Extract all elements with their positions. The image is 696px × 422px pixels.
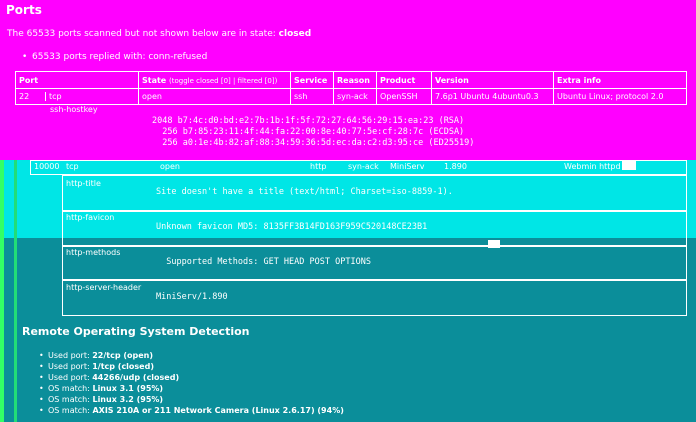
state-cell: open [138,88,291,105]
reason-cell: syn-ack [348,162,379,171]
product-cell: MiniServ [390,162,425,171]
table-header-row: Port State (toggle closed [0] | filtered… [15,71,687,89]
script-output: MiniServ/1.890 [156,292,228,302]
list-item: OS match: Linux 3.1 (95%) [39,383,344,394]
script-name: http-methods [66,248,121,257]
version-cell: 1.890 [444,162,467,171]
script-name: http-favicon [66,213,115,222]
os-detection-heading: Remote Operating System Detection [22,325,250,338]
col-extra: Extra info [553,71,687,89]
service-cell: ssh [290,88,334,105]
glitch-artifact [622,160,636,170]
col-service: Service [290,71,334,89]
script-name: http-server-header [66,283,142,292]
proto-cell: tcp [66,162,79,171]
reason-cell: syn-ack [333,88,377,105]
list-item: OS match: Linux 3.2 (95%) [39,394,344,405]
script-name-ssh-hostkey: ssh-hostkey [50,105,98,114]
table-row: 22 tcp open ssh syn-ack OpenSSH 7.6p1 Ubu… [15,88,687,105]
row-10000: 10000 tcp open http syn-ack MiniServ 1.8… [30,160,687,175]
port-cell: 10000 [34,162,60,171]
service-cell: http [310,162,327,171]
glitch-bar [0,160,4,422]
product-cell: OpenSSH [376,88,432,105]
replied-note: 65533 ports replied with: conn-refused [22,52,207,62]
state-cell: open [160,162,180,171]
version-cell: 7.6p1 Ubuntu 4ubuntu0.3 [431,88,554,105]
list-item: OS match: AXIS 210A or 211 Network Camer… [39,405,344,416]
os-detection-list: Used port: 22/tcp (open) Used port: 1/tc… [39,350,344,416]
script-name: http-title [66,179,101,188]
ports-heading: Ports [6,3,42,17]
script-output: Site doesn't have a title (text/html; Ch… [156,187,453,197]
ports-table: Port State (toggle closed [0] | filtered… [15,71,687,105]
list-item: Used port: 44266/udp (closed) [39,372,344,383]
port-cell: 22 tcp [15,88,139,105]
col-port: Port [15,71,139,89]
col-version: Version [431,71,554,89]
ssh-hostkey-output: 2048 b7:4c:d0:bd:e2:7b:1b:1f:5f:72:27:64… [152,116,475,148]
extra-cell: Ubuntu Linux; protocol 2.0 [553,88,687,105]
toggle-closed-filtered-link[interactable]: (toggle closed [0] | filtered [0]) [169,77,277,85]
ports-summary: The 65533 ports scanned but not shown be… [7,29,312,39]
bg-magenta [0,0,696,128]
summary-state: closed [278,29,312,39]
list-item: Used port: 1/tcp (closed) [39,361,344,372]
script-output: Supported Methods: GET HEAD POST OPTIONS [156,257,371,267]
col-state: State (toggle closed [0] | filtered [0]) [138,71,291,89]
script-output: Unknown favicon MD5: 8135FF3B14FD163F959… [156,222,428,232]
list-item: Used port: 22/tcp (open) [39,350,344,361]
col-reason: Reason [333,71,377,89]
extra-cell: Webmin httpd [564,162,621,171]
col-product: Product [376,71,432,89]
glitch-artifact [488,240,500,248]
glitch-bar [14,160,17,422]
